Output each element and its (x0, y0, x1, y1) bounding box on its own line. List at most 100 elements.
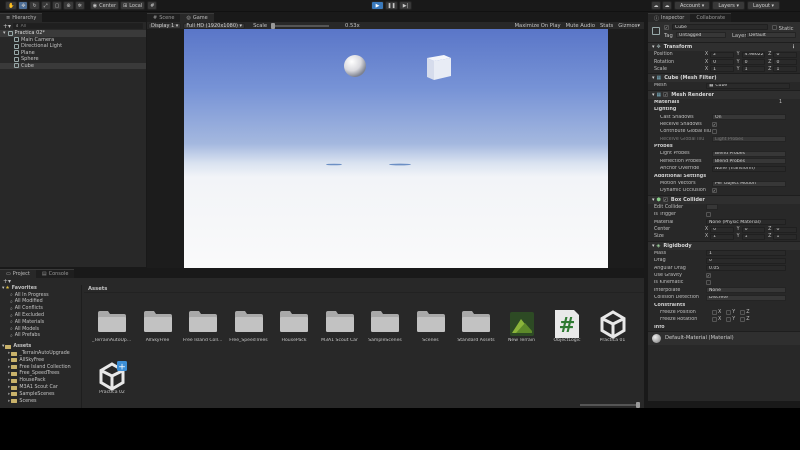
asset-item[interactable]: M3A1 Scout Car (320, 309, 360, 343)
material-header[interactable]: Default-Material (Material) (648, 330, 800, 345)
asset-item[interactable]: HousePack (274, 309, 314, 343)
game-viewport[interactable] (184, 29, 608, 268)
box-collider-header[interactable]: ▾ ⬢ ✓ Box Collider (648, 194, 800, 204)
favorite-item[interactable]: ⌕ All Excluded (0, 312, 81, 319)
step-button[interactable]: ▶| (399, 1, 412, 10)
motion-vectors-dropdown[interactable]: Per Object Motion (712, 180, 786, 187)
anchor-override-field[interactable]: None (Transform) (712, 165, 786, 172)
asset-item[interactable]: Free_SpeedTrees (229, 309, 269, 343)
hierarchy-item[interactable]: Cube (0, 62, 146, 69)
scale-tool-icon[interactable]: ⤢ (40, 1, 51, 10)
gizmos-dropdown[interactable]: Gizmos (618, 23, 637, 29)
collab-icon[interactable]: ☁ (651, 1, 661, 10)
angular-drag-field[interactable]: 0.05 (706, 265, 786, 272)
asset-item[interactable]: _TerrainAutoUpg... (92, 309, 132, 343)
asset-folder-item[interactable]: ▸ Free Island Collection (0, 364, 81, 371)
transform-tool-icon[interactable]: ⊕ (63, 1, 74, 10)
center-x-field[interactable]: 0 (710, 226, 734, 233)
tab-project[interactable]: ▭ Project (0, 269, 36, 278)
rotation-z-field[interactable]: 0 (773, 59, 797, 66)
scale-z-field[interactable]: 1 (773, 66, 797, 73)
account-dropdown[interactable]: Account ▾ (674, 1, 711, 10)
tab-hierarchy[interactable]: ≡ Hierarchy (0, 13, 43, 22)
resolution-dropdown[interactable]: Full HD (1920x1080) ▾ (183, 22, 246, 29)
asset-item[interactable]: Standard Assets (456, 309, 496, 343)
is-trigger-checkbox[interactable] (706, 212, 711, 218)
mass-field[interactable]: 1 (706, 250, 786, 257)
light-probes-dropdown[interactable]: Blend Probes (712, 150, 786, 157)
center-z-field[interactable]: 0 (773, 226, 797, 233)
rigidbody-header[interactable]: ▾ ◈ Rigidbody (648, 240, 800, 250)
freeze-position-z-checkbox[interactable] (740, 309, 746, 315)
receive-gi-dropdown[interactable]: Light Probes (712, 136, 786, 143)
mesh-filter-header[interactable]: ▾ ▦ Cube (Mesh Filter) (648, 73, 800, 83)
mesh-renderer-checkbox[interactable]: ✓ (663, 92, 669, 98)
scale-slider[interactable] (271, 22, 330, 29)
size-y-field[interactable]: 1 (741, 233, 766, 240)
services-icon[interactable]: ☁ (662, 1, 672, 10)
tab-scene[interactable]: # Scene (147, 13, 181, 22)
rotation-y-field[interactable]: 0 (741, 59, 766, 66)
grid-snap-icon[interactable]: # (147, 1, 158, 10)
asset-folder-item[interactable]: ▸ AllSkyFree (0, 357, 81, 364)
dynamic-occlusion-checkbox[interactable]: ✓ (712, 188, 717, 194)
favorite-item[interactable]: ⌕ All Prefabs (0, 333, 81, 340)
maximize-on-play-toggle[interactable]: Maximize On Play (515, 23, 561, 29)
add-icon[interactable]: +▾ (3, 23, 11, 30)
cast-shadows-dropdown[interactable]: On (712, 114, 786, 121)
display-dropdown[interactable]: Display 1 ▾ (148, 22, 182, 29)
pivot-toggle[interactable]: ◉ Center (89, 1, 120, 10)
scale-slider-handle[interactable] (271, 22, 276, 29)
object-name-field[interactable]: Cube (672, 24, 768, 30)
layers-dropdown[interactable]: Layers ▾ (712, 1, 745, 10)
freeze-rotation-z-checkbox[interactable] (740, 317, 746, 323)
icon-size-slider[interactable] (580, 402, 640, 408)
asset-item[interactable]: + Practica 02 (92, 361, 132, 395)
move-tool-icon[interactable]: ✥ (18, 1, 29, 10)
transform-header[interactable]: ▾ ✥ Transform ⋮ (648, 42, 800, 51)
scale-y-field[interactable]: 1 (741, 66, 766, 73)
position-x-field[interactable]: 2 (710, 51, 734, 58)
scale-x-field[interactable]: 1 (710, 66, 734, 73)
freeze-position-x-checkbox[interactable] (712, 309, 717, 315)
breadcrumb-assets[interactable]: Assets (88, 286, 107, 292)
stats-toggle[interactable]: Stats (600, 23, 613, 29)
favorite-item[interactable]: ⌕ All In Progress (0, 292, 81, 299)
space-toggle[interactable]: ⊞ Local (120, 1, 146, 10)
mesh-renderer-header[interactable]: ▾ ▦ ✓ Mesh Renderer (648, 89, 800, 99)
asset-folder-item[interactable]: ▸ SampleScenes (0, 391, 81, 398)
favorite-item[interactable]: ⌕ All Conflicts (0, 305, 81, 312)
mesh-field[interactable]: ▦ Cube (706, 82, 790, 89)
rotate-tool-icon[interactable]: ↻ (29, 1, 40, 10)
interpolate-dropdown[interactable]: None (706, 287, 786, 294)
tab-inspector[interactable]: ⓘ Inspector (648, 13, 691, 22)
play-button[interactable]: ▶ (371, 1, 384, 10)
active-checkbox[interactable]: ✓ (664, 25, 669, 30)
component-menu-icon[interactable]: ⋮ (791, 44, 796, 50)
layer-dropdown[interactable]: Default (746, 32, 796, 38)
hand-tool-icon[interactable]: ✋ (5, 1, 18, 10)
freeze-position-y-checkbox[interactable] (726, 309, 732, 315)
collision-detection-dropdown[interactable]: Discrete (706, 294, 786, 301)
mute-audio-toggle[interactable]: Mute Audio (566, 23, 595, 29)
favorite-item[interactable]: ⌕ All Materials (0, 319, 81, 326)
static-toggle[interactable]: Static (772, 25, 794, 32)
reflection-probes-dropdown[interactable]: Blend Probes (712, 158, 786, 165)
asset-item[interactable]: # ObjectLogic (547, 309, 587, 343)
drag-field[interactable]: 0 (706, 257, 786, 264)
contribute-gi-checkbox[interactable] (712, 129, 717, 135)
rotation-x-field[interactable]: 0 (710, 59, 734, 66)
tab-game[interactable]: ◎ Game (180, 13, 214, 22)
position-z-field[interactable]: 0 (773, 51, 797, 58)
tab-console[interactable]: ▤ Console (35, 269, 75, 278)
custom-tool-icon[interactable]: ✲ (74, 1, 85, 10)
tab-collaborate[interactable]: Collaborate (690, 13, 732, 22)
size-x-field[interactable]: 1 (710, 233, 734, 240)
hierarchy-search-input[interactable]: ⌕ All (13, 23, 143, 29)
asset-item[interactable]: Free Island Collec... (183, 309, 223, 343)
favorites-row[interactable]: ▾ ★ Favorites (0, 285, 81, 292)
asset-item[interactable]: Scenes (411, 309, 451, 343)
asset-folder-item[interactable]: ▸ HousePack (0, 377, 81, 384)
asset-folder-item[interactable]: ▸ M3A1 Scout Car (0, 384, 81, 391)
create-icon[interactable]: +▾ (3, 278, 11, 285)
